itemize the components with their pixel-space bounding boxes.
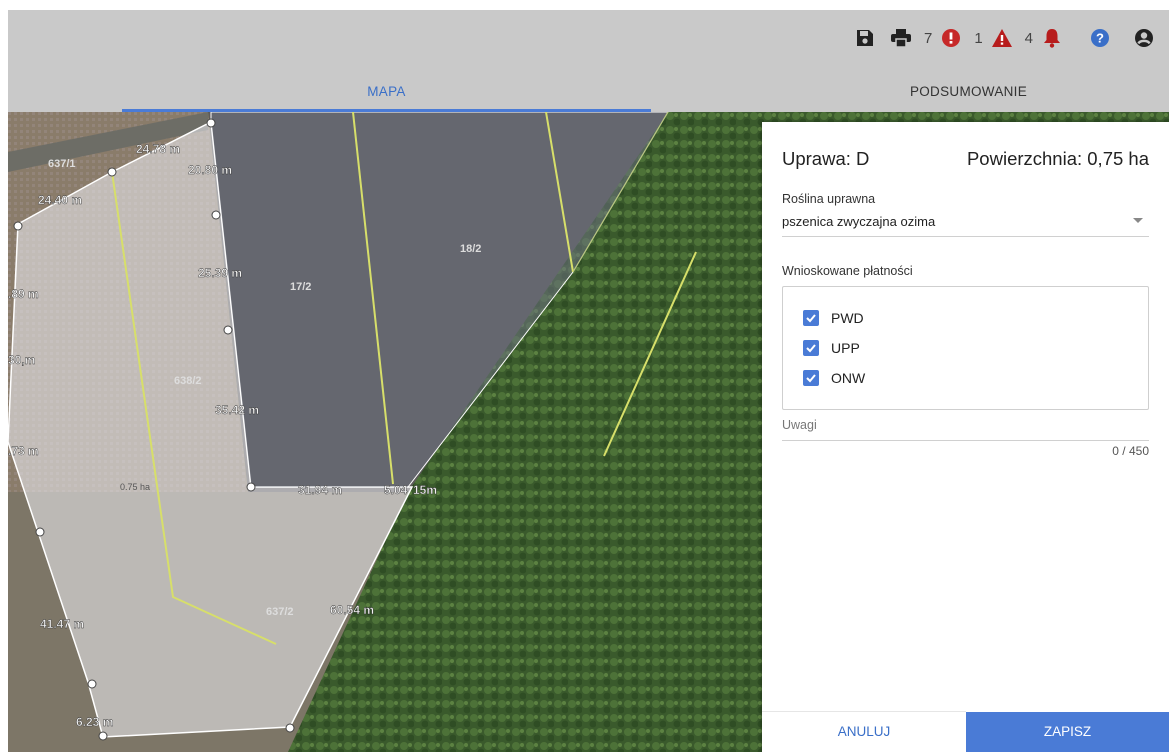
save-button[interactable]: ZAPISZ — [966, 712, 1169, 752]
measure-label: 35.42 m — [215, 403, 259, 417]
error-count: 7 — [923, 29, 933, 47]
payments-group: PWD UPP ONW — [782, 286, 1149, 410]
crop-select[interactable]: pszenica zwyczajna ozima — [782, 210, 1149, 237]
measure-label: 6.23 m — [76, 715, 113, 729]
cancel-button[interactable]: ANULUJ — [762, 711, 966, 752]
measure-label: .89 m — [8, 287, 39, 301]
payment-label: ONW — [831, 370, 866, 386]
parcel-label: 638/2 — [174, 375, 202, 387]
crop-title: Uprawa: D — [782, 148, 870, 169]
user-icon[interactable] — [1131, 25, 1157, 51]
warning-count: 1 — [974, 29, 983, 47]
error-icon[interactable] — [938, 25, 964, 51]
payment-option-upp[interactable]: UPP — [803, 337, 860, 359]
checkbox-checked-icon[interactable] — [803, 370, 819, 386]
area-label: 0.75 ha — [120, 482, 150, 492]
app-header: 7 1 4 ? MAPA PODSUMOWANIE — [8, 10, 1169, 112]
crop-field-label: Roślina uprawna — [782, 192, 876, 206]
notification-count: 4 — [1024, 29, 1033, 47]
crop-area: Powierzchnia: 0,75 ha — [966, 148, 1149, 169]
notes-input[interactable]: Uwagi — [782, 418, 1149, 441]
measure-label: 15m — [413, 483, 437, 497]
notes-placeholder: Uwagi — [782, 418, 817, 432]
payment-option-pwd[interactable]: PWD — [803, 307, 864, 329]
measure-label: 25.39 m — [198, 266, 242, 280]
measure-label: 60.54 m — [330, 603, 374, 617]
measure-label: 5.04 — [384, 483, 408, 497]
toolbar: 7 1 4 ? — [852, 10, 1169, 66]
payments-label: Wnioskowane płatności — [782, 264, 913, 278]
payment-option-onw[interactable]: ONW — [803, 367, 865, 389]
checkbox-checked-icon[interactable] — [803, 310, 819, 326]
measure-label: 24.78 m — [136, 142, 180, 156]
parcel-label: 637/2 — [266, 606, 294, 618]
warning-icon[interactable] — [989, 25, 1015, 51]
save-icon[interactable] — [852, 25, 878, 51]
parcel-label: 17/2 — [290, 281, 311, 293]
measure-label: 31.94 m — [298, 483, 342, 497]
parcel-label: 637/1 — [48, 158, 76, 170]
print-icon[interactable] — [888, 25, 914, 51]
measure-label: 41.47 m — [40, 617, 84, 631]
payment-label: UPP — [831, 340, 860, 356]
measure-label: 20.80 m — [188, 163, 232, 177]
measure-label: 30,m — [8, 353, 35, 367]
tab-map[interactable]: MAPA — [122, 72, 651, 112]
tab-summary[interactable]: PODSUMOWANIE — [768, 72, 1169, 112]
dropdown-arrow-icon[interactable] — [1133, 218, 1143, 223]
notes-char-counter: 0 / 450 — [1112, 444, 1149, 458]
bell-icon[interactable] — [1039, 25, 1065, 51]
tab-bar: MAPA PODSUMOWANIE — [8, 72, 1169, 112]
svg-text:?: ? — [1096, 31, 1104, 46]
help-icon[interactable]: ? — [1087, 25, 1113, 51]
payment-label: PWD — [831, 310, 864, 326]
checkbox-checked-icon[interactable] — [803, 340, 819, 356]
crop-select-value: pszenica zwyczajna ozima — [782, 214, 936, 229]
measure-label: 24.40 m — [38, 193, 82, 207]
parcel-label: 18/2 — [460, 243, 481, 255]
measure-label: .73 m — [8, 444, 39, 458]
crop-detail-panel: Uprawa: D Powierzchnia: 0,75 ha Roślina … — [762, 122, 1169, 752]
